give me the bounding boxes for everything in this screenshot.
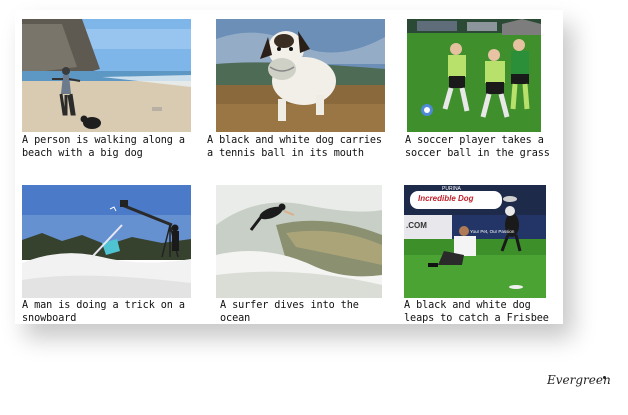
- caption-6: A black and white dog leaps to catch a F…: [404, 300, 549, 324]
- beach-dog-photo: [22, 19, 191, 132]
- dog-tennis-ball-photo: [216, 19, 385, 132]
- caption-3: A soccer player takes a soccer ball in t…: [405, 135, 550, 159]
- caption-4: A man is doing a trick on a snowboard: [22, 300, 185, 324]
- banner-title: Incredible Dog: [418, 194, 474, 203]
- snowboard-trick-photo: [22, 185, 191, 298]
- logo-dot: [603, 376, 606, 379]
- caption-2: A black and white dog carries a tennis b…: [207, 135, 382, 159]
- banner-site: .COM: [406, 221, 427, 230]
- caption-5: A surfer dives into the ocean: [220, 300, 359, 324]
- evergreen-logo: Evergreen: [547, 373, 611, 387]
- caption-1: A person is walking along a beach with a…: [22, 135, 185, 159]
- soccer-players-photo: [407, 19, 541, 132]
- surfer-wave-photo: [216, 185, 382, 298]
- banner-sub: Your Pet, Our Passion: [470, 229, 515, 234]
- banner-brand: PURINA: [442, 186, 461, 192]
- dog-frisbee-photo: PURINA Incredible Dog .COM Your Pet, Our…: [404, 185, 546, 298]
